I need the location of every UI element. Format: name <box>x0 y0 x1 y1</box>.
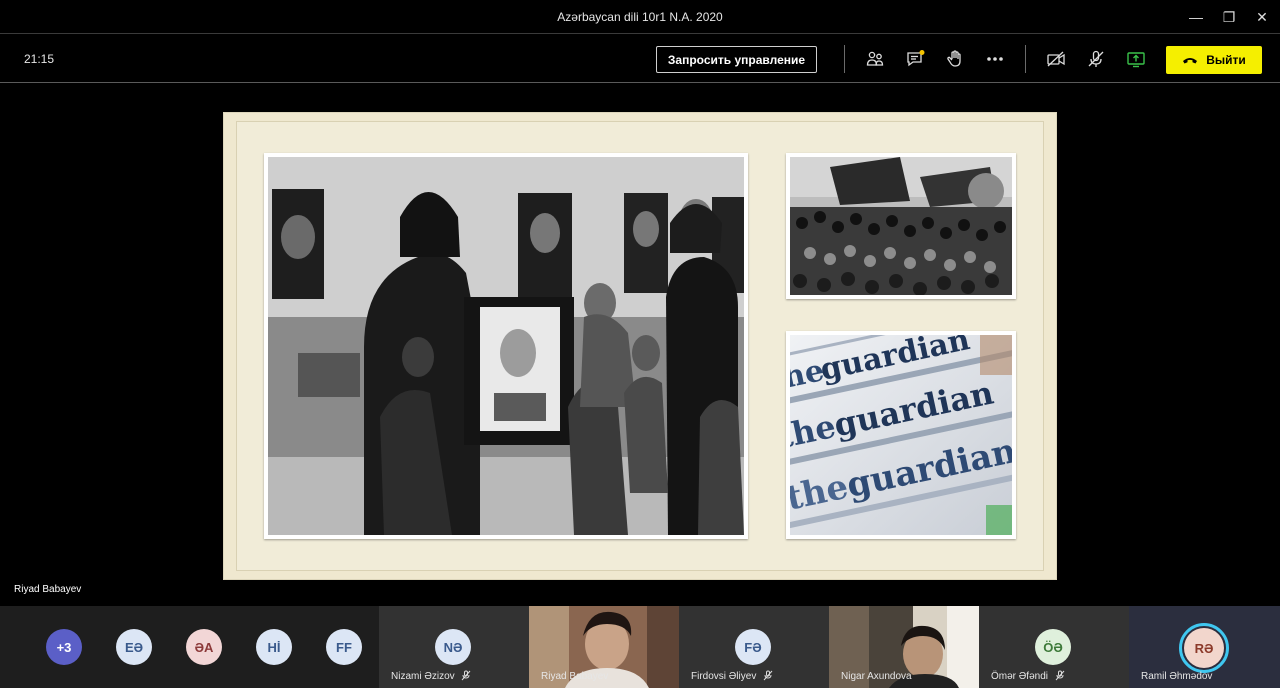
leave-button[interactable]: Выйти <box>1166 46 1262 74</box>
restore-button[interactable]: ❐ <box>1212 0 1246 34</box>
presenter-name-label: Riyad Babayev <box>14 584 82 595</box>
participant-avatar: FƏ <box>735 629 771 665</box>
participant-tile-speaking[interactable]: RƏ Ramil Əhmədov <box>1129 606 1280 688</box>
participant-name: Ömər Əfəndi <box>991 670 1065 682</box>
toolbar-divider <box>1025 45 1026 73</box>
camera-off-icon[interactable] <box>1044 47 1068 71</box>
participant-name: Ramil Əhmədov <box>1141 671 1213 682</box>
participant-avatar[interactable]: FF <box>326 629 362 665</box>
participant-video-tile[interactable]: Nigar Axundova <box>829 606 979 688</box>
mic-off-icon <box>763 670 773 681</box>
participant-name: Riyad Babayev <box>541 671 609 682</box>
photo-mourners <box>264 153 748 539</box>
toolbar-divider <box>844 45 845 73</box>
photo-newspaper: the guardian the guardian the guardian t… <box>786 331 1016 539</box>
participant-tile[interactable]: FƏ Firdovsi Əliyev <box>679 606 829 688</box>
close-window-button[interactable]: ✕ <box>1245 0 1279 34</box>
participant-name: Nigar Axundova <box>841 671 912 682</box>
participant-name: Firdovsi Əliyev <box>691 670 773 682</box>
mic-off-icon <box>462 670 471 681</box>
participant-tile[interactable]: NƏ Nizami Əzizov <box>379 606 529 688</box>
participant-video-tile[interactable]: Riyad Babayev <box>529 606 679 688</box>
participant-tile[interactable]: ÖƏ Ömər Əfəndi <box>979 606 1129 688</box>
participant-name: Nizami Əzizov <box>391 670 471 682</box>
photo-crowd <box>786 153 1016 299</box>
shared-slide: the guardian the guardian the guardian t… <box>223 112 1057 580</box>
shared-content-stage: the guardian the guardian the guardian t… <box>0 84 1280 606</box>
meeting-timer: 21:15 <box>24 52 55 66</box>
meeting-toolbar: 21:15 Запросить управление Выйти <box>0 34 1280 83</box>
participant-avatar[interactable]: EƏ <box>116 629 152 665</box>
mic-off-icon <box>1055 670 1065 681</box>
minimize-button[interactable]: — <box>1179 0 1213 34</box>
participant-avatar: NƏ <box>435 629 471 665</box>
participants-icon[interactable] <box>863 47 887 71</box>
participant-avatar: ÖƏ <box>1035 629 1071 665</box>
overflow-participants-button[interactable]: +3 <box>46 629 82 665</box>
raise-hand-icon[interactable] <box>943 47 967 71</box>
participant-avatar[interactable]: Hİ <box>256 629 292 665</box>
participant-strip: +3 EƏ ƏA Hİ FF NƏ Nizami Əzizov Riyad Ba… <box>0 606 1280 688</box>
more-options-icon[interactable] <box>983 47 1007 71</box>
participant-avatar[interactable]: ƏA <box>186 629 222 665</box>
chat-icon[interactable] <box>903 47 927 71</box>
share-screen-icon[interactable] <box>1124 47 1148 71</box>
participant-avatar: RƏ <box>1184 628 1224 668</box>
window-title: Azərbaycan dili 10r1 N.A. 2020 <box>557 10 723 24</box>
hang-up-icon <box>1183 58 1198 64</box>
window-titlebar: Azərbaycan dili 10r1 N.A. 2020 — ❐ ✕ <box>0 0 1280 34</box>
mic-off-icon[interactable] <box>1084 47 1108 71</box>
request-control-button[interactable]: Запросить управление <box>656 46 817 73</box>
